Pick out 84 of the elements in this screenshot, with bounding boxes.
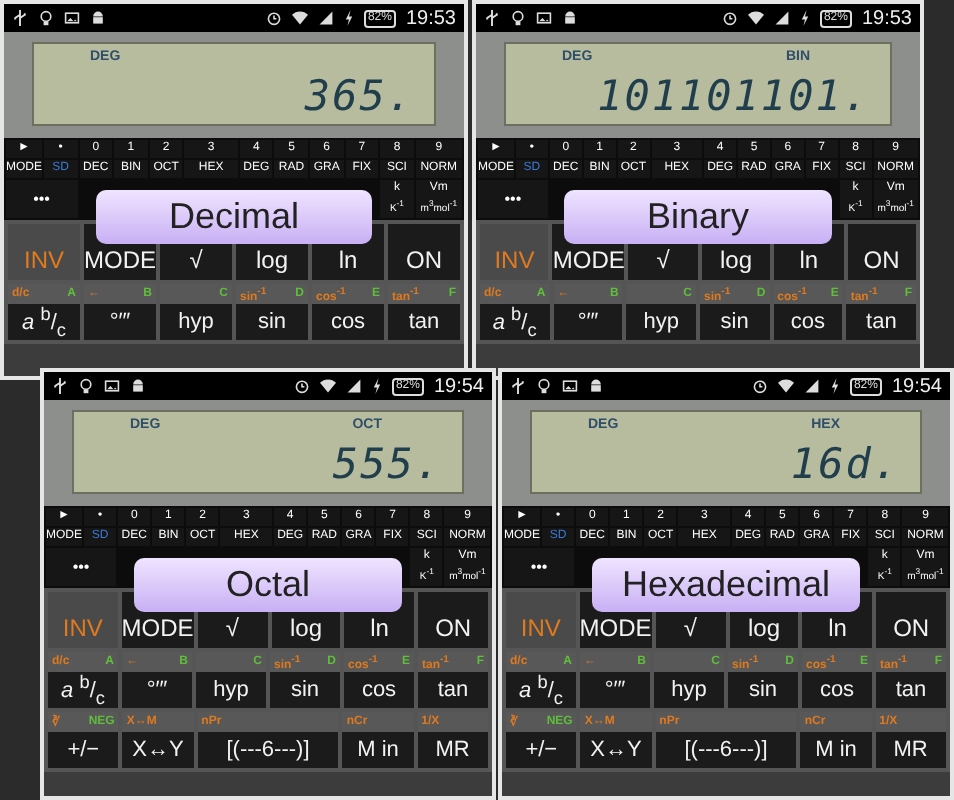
lightbulb-icon <box>78 378 94 394</box>
calculator-key[interactable]: tan <box>388 304 460 340</box>
unit-key[interactable]: ••• <box>478 180 548 218</box>
usb-icon <box>484 10 500 26</box>
unit-key[interactable]: ••• <box>6 180 78 218</box>
calculator-key[interactable]: °′″ <box>84 304 156 340</box>
calculator-key[interactable]: tan <box>418 672 488 708</box>
calculator-key[interactable]: ON <box>418 592 488 648</box>
calculator-key[interactable]: hyp <box>160 304 232 340</box>
charging-icon <box>829 378 840 394</box>
caption-toast: Octal <box>133 558 403 612</box>
calculator-key[interactable]: ON <box>847 224 916 280</box>
display-value: 365. <box>304 72 414 120</box>
calculator-key[interactable]: ON <box>388 224 460 280</box>
caption-toast: Decimal <box>96 190 372 244</box>
display-value: 101101101. <box>597 72 870 120</box>
caption-toast: Binary <box>564 190 832 244</box>
calculator-key[interactable]: cos <box>312 304 384 340</box>
calculator-key[interactable]: cos <box>773 304 843 340</box>
wifi-icon <box>291 10 308 26</box>
calculator-key[interactable]: [(---6---)] <box>197 732 339 768</box>
calculator-key[interactable]: sin <box>728 672 798 708</box>
calculator-key[interactable]: X↔Y <box>122 732 194 768</box>
calculator-key[interactable]: tan <box>846 304 916 340</box>
caption-toast: Hexadecimal <box>591 558 861 612</box>
charging-icon <box>371 378 382 394</box>
wifi-icon <box>777 378 794 394</box>
calculator-key[interactable]: sin <box>700 304 770 340</box>
alarm-clock-icon <box>751 378 768 394</box>
calculator-key[interactable]: a $^{b}$/$_{c}$ <box>480 304 550 340</box>
calculator-key[interactable]: MR <box>417 732 488 768</box>
android-icon <box>562 10 578 26</box>
calculator-key[interactable]: cos <box>802 672 872 708</box>
calculator-key[interactable]: a $^{b}$/$_{c}$ <box>506 672 576 708</box>
calculator-key[interactable]: hyp <box>626 304 696 340</box>
lightbulb-icon <box>38 10 54 26</box>
calculator-key[interactable]: a $^{b}$/$_{c}$ <box>48 672 118 708</box>
unit-key[interactable]: ••• <box>504 548 575 586</box>
android-icon <box>90 10 106 26</box>
usb-icon <box>52 378 68 394</box>
calculator-key[interactable]: M in <box>342 732 414 768</box>
alarm-clock-icon <box>265 10 282 26</box>
clock-time: 19:53 <box>405 7 456 29</box>
charging-icon <box>343 10 354 26</box>
image-icon <box>536 10 552 26</box>
calculator-key[interactable]: X↔Y <box>580 732 652 768</box>
clock-time: 19:54 <box>433 375 484 397</box>
image-icon <box>562 378 578 394</box>
display-value: 16d. <box>790 440 900 488</box>
clock-time: 19:53 <box>861 7 912 29</box>
calculator-key[interactable]: °′″ <box>580 672 650 708</box>
wifi-icon <box>747 10 764 26</box>
calculator-key[interactable]: M in <box>800 732 872 768</box>
usb-icon <box>510 378 526 394</box>
calculator-key[interactable]: hyp <box>196 672 266 708</box>
calculator-key[interactable]: cos <box>344 672 414 708</box>
android-icon <box>130 378 146 394</box>
calculator-key[interactable]: +/− <box>48 732 119 768</box>
calculator-key[interactable]: sin <box>270 672 340 708</box>
image-icon <box>104 378 120 394</box>
calculator-key[interactable]: +/− <box>506 732 577 768</box>
charging-icon <box>799 10 810 26</box>
display-value: 555. <box>332 440 442 488</box>
clock-time: 19:54 <box>891 375 942 397</box>
signal-icon <box>773 10 790 26</box>
calculator-key[interactable]: °′″ <box>553 304 623 340</box>
signal-icon <box>317 10 334 26</box>
calculator-key[interactable]: hyp <box>654 672 724 708</box>
calculator-key[interactable]: tan <box>876 672 946 708</box>
calculator-key[interactable]: °′″ <box>122 672 192 708</box>
android-icon <box>588 378 604 394</box>
calculator-key[interactable]: ON <box>876 592 946 648</box>
image-icon <box>64 10 80 26</box>
usb-icon <box>12 10 28 26</box>
calculator-key[interactable]: sin <box>236 304 308 340</box>
calculator-key[interactable]: a $^{b}$/$_{c}$ <box>8 304 80 340</box>
calculator-key[interactable]: MR <box>875 732 946 768</box>
unit-key[interactable]: ••• <box>46 548 117 586</box>
lightbulb-icon <box>510 10 526 26</box>
alarm-clock-icon <box>721 10 738 26</box>
lightbulb-icon <box>536 378 552 394</box>
alarm-clock-icon <box>293 378 310 394</box>
calculator-key[interactable]: [(---6---)] <box>655 732 797 768</box>
wifi-icon <box>319 378 336 394</box>
